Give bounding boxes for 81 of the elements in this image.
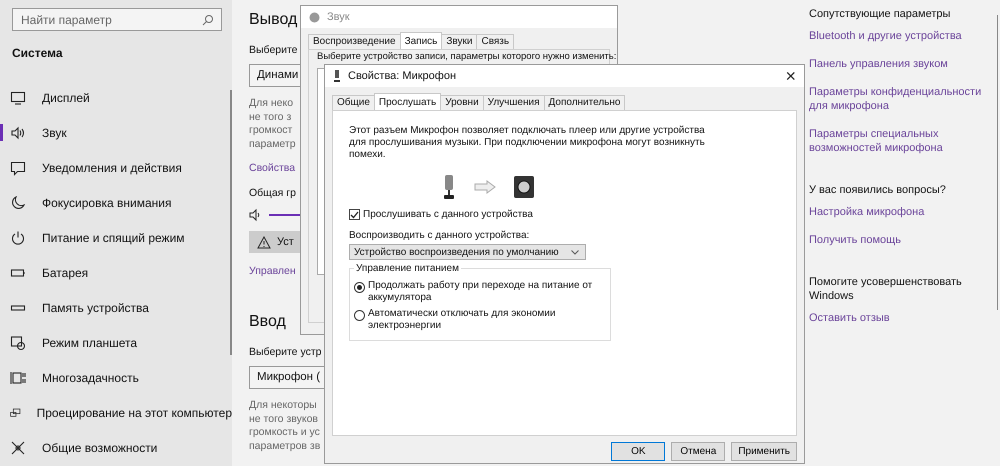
sidebar-item[interactable]: Дисплей bbox=[0, 80, 232, 115]
search-icon bbox=[202, 14, 214, 26]
display-icon bbox=[10, 90, 26, 106]
section-heading: Система bbox=[12, 45, 64, 61]
section-heading: Ввод bbox=[249, 312, 286, 332]
note-text: Для неко bbox=[249, 97, 294, 110]
radio-option[interactable]: Продолжать работу при переходе на питание от аккумулятора bbox=[354, 280, 604, 304]
power-icon bbox=[10, 230, 26, 246]
warning-icon bbox=[257, 236, 271, 248]
dialog-button[interactable]: OK bbox=[611, 442, 666, 461]
help-link[interactable]: Получить помощь bbox=[809, 233, 990, 247]
note-text: Для некоторы bbox=[249, 399, 317, 412]
tab[interactable]: Дополнительно bbox=[544, 95, 626, 110]
field-label: Воспроизводить с данного устройства: bbox=[349, 230, 530, 241]
feedback-link[interactable]: Оставить отзыв bbox=[809, 311, 990, 325]
scrollbar[interactable] bbox=[997, 15, 998, 310]
section-heading: Вывод bbox=[249, 10, 298, 30]
tab[interactable]: Звуки bbox=[441, 34, 478, 49]
properties-link[interactable]: Свойства bbox=[249, 162, 296, 174]
group-title: Управление питанием bbox=[355, 263, 460, 274]
volume-label: Общая гр bbox=[249, 186, 296, 200]
sidebar-item[interactable]: Звук bbox=[0, 115, 232, 150]
description-text: Этот разъем Микрофон позволяет подключать плеер или другие устройства для прослушивания музыки. При подключении микрофона могут возникнуть помехи. bbox=[349, 125, 706, 161]
field-label: Выберите устр bbox=[249, 345, 322, 359]
sidebar-item[interactable]: Питание и спящий режим bbox=[0, 220, 232, 255]
tab[interactable]: Общие bbox=[332, 95, 375, 110]
sound-icon bbox=[10, 124, 26, 140]
tab[interactable]: Прослушать bbox=[374, 93, 442, 110]
arrow-icon bbox=[474, 180, 496, 194]
section-heading: Помогите усовершенствовать Windows bbox=[809, 275, 963, 303]
dialog-button[interactable]: Применить bbox=[731, 442, 797, 461]
moon-icon bbox=[10, 194, 26, 210]
checkmark-icon bbox=[350, 210, 359, 218]
scrollbar[interactable] bbox=[230, 90, 232, 355]
sidebar-item[interactable]: Режим планшета bbox=[0, 325, 232, 360]
window-title: Свойства: Микрофон bbox=[348, 70, 456, 82]
sidebar-item[interactable]: Фокусировка внимания bbox=[0, 185, 232, 220]
microphone-icon bbox=[333, 70, 341, 82]
notifications-icon bbox=[10, 160, 26, 176]
sidebar-item[interactable]: Проецирование на этот компьютер bbox=[0, 395, 232, 430]
sidebar-item[interactable]: Многозадачность bbox=[0, 360, 232, 395]
manage-link[interactable]: Управлен bbox=[249, 265, 296, 277]
search-field[interactable]: Найти параметр bbox=[12, 8, 222, 31]
tab[interactable]: Воспроизведение bbox=[308, 34, 401, 49]
microphone-icon bbox=[442, 175, 456, 199]
window-title: Звук bbox=[327, 11, 350, 23]
checkbox[interactable] bbox=[349, 209, 360, 220]
note-text: параметров зв bbox=[249, 440, 320, 453]
related-link[interactable]: Панель управления звуком bbox=[809, 57, 990, 71]
note-text: громкость и ус bbox=[249, 426, 320, 440]
help-link[interactable]: Настройка микрофона bbox=[809, 205, 990, 219]
multitask-icon bbox=[10, 370, 26, 386]
related-link[interactable]: Bluetooth и другие устройства bbox=[809, 29, 990, 43]
note-text: не того з bbox=[249, 110, 292, 124]
radio-button[interactable] bbox=[354, 310, 365, 321]
sidebar-item[interactable]: Общие возможности bbox=[0, 430, 232, 465]
note-text: не того звуков bbox=[249, 412, 318, 426]
dialog-button[interactable]: Отмена bbox=[671, 442, 726, 461]
section-heading: Сопутствующие параметры bbox=[809, 7, 952, 21]
access-icon bbox=[10, 440, 26, 456]
section-heading: У вас появились вопросы? bbox=[809, 183, 947, 197]
instruction-text: Выберите устройство записи, параметры которого нужно изменить: bbox=[317, 51, 616, 62]
sidebar-item[interactable]: Уведомления и действия bbox=[0, 150, 232, 185]
tab[interactable]: Уровни bbox=[440, 95, 484, 110]
related-link[interactable]: Параметры конфиденциальности для микрофона bbox=[809, 85, 990, 113]
note-text: громкост bbox=[249, 124, 292, 138]
caret-icon bbox=[570, 250, 579, 254]
tab[interactable]: Улучшения bbox=[482, 95, 544, 110]
note-text: параметр bbox=[249, 138, 296, 151]
tablet-icon bbox=[10, 334, 26, 350]
tab[interactable]: Связь bbox=[476, 34, 514, 49]
tab[interactable]: Запись bbox=[400, 32, 442, 49]
listen-checkbox[interactable]: Прослушивать с данного устройства bbox=[349, 209, 780, 220]
radio-button[interactable] bbox=[354, 282, 365, 293]
related-link[interactable]: Параметры специальных возможностей микрофона bbox=[809, 127, 990, 155]
playback-dropdown[interactable]: Устройство воспроизведения по умолчанию bbox=[349, 244, 586, 260]
close-button[interactable]: × bbox=[785, 66, 796, 86]
radio-option[interactable]: Автоматически отключать для экономии электроэнергии bbox=[354, 308, 604, 332]
field-label: Выберите bbox=[249, 43, 298, 57]
sidebar-item[interactable]: Батарея bbox=[0, 255, 232, 290]
sidebar-item[interactable]: Память устройства bbox=[0, 290, 232, 325]
